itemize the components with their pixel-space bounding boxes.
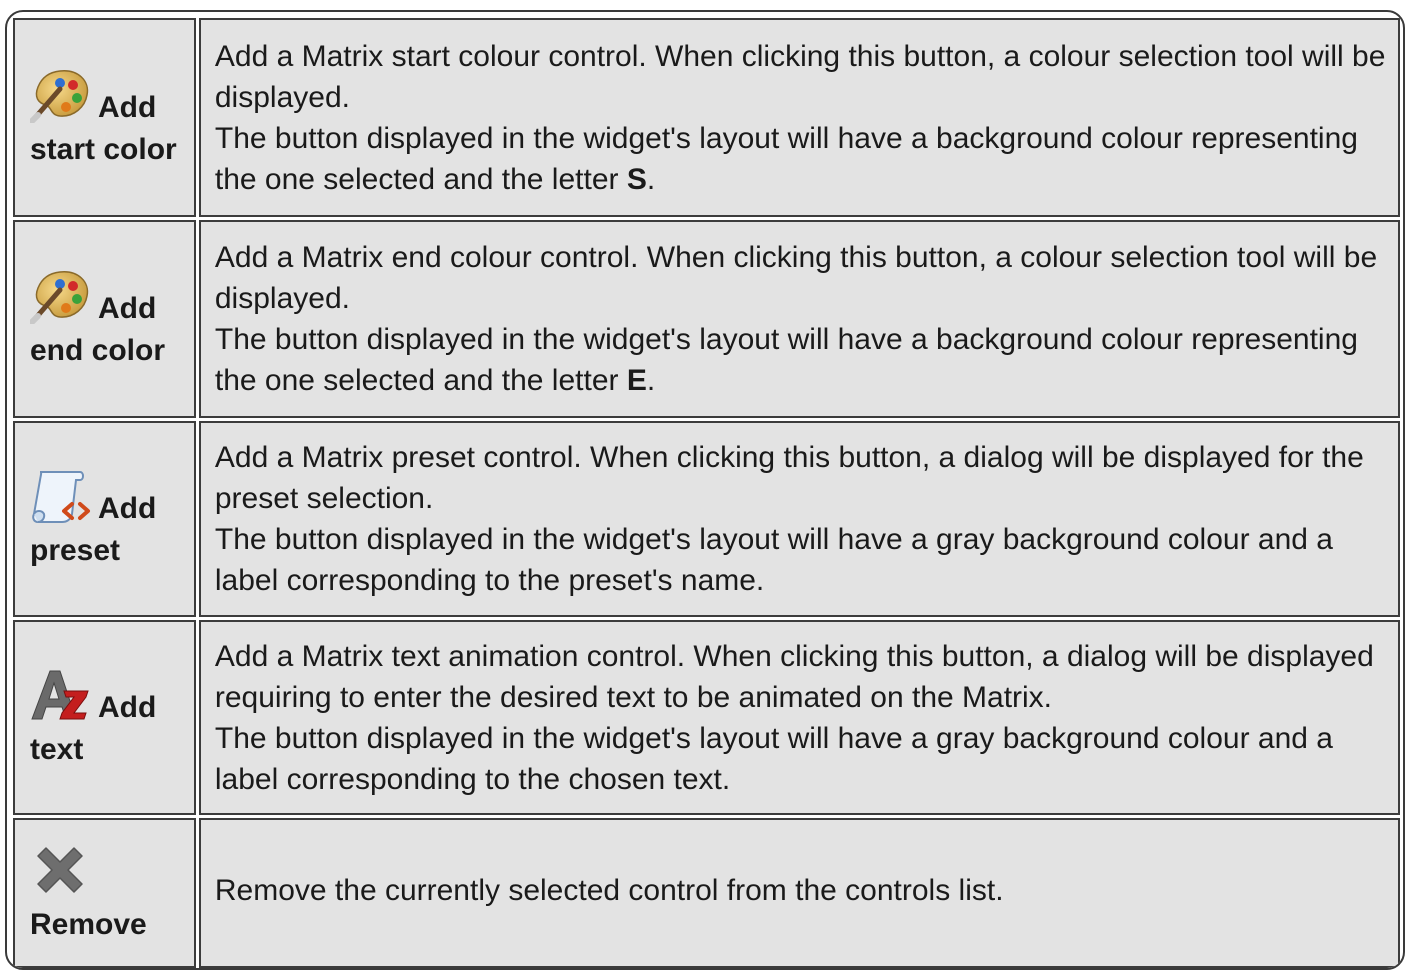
- description-text: Add a Matrix text animation control. Whe…: [214, 639, 1374, 714]
- description-text: The button displayed in the widget's lay…: [215, 118, 1388, 200]
- description-cell: Add a Matrix end colour control. When cl…: [198, 220, 1400, 418]
- button-label-line-1: Add: [98, 292, 157, 325]
- description-text-part: The button displayed in the widget's lay…: [214, 121, 1358, 196]
- button-label-line-1: Add: [98, 690, 157, 724]
- description-text: The button displayed in the widget's lay…: [214, 523, 1333, 597]
- controls-table-frame: Add start color Add a Matrix start colou…: [5, 10, 1405, 970]
- add-end-color-button[interactable]: Add end color: [13, 220, 196, 418]
- scroll-icon: [30, 466, 92, 524]
- button-label-line-1: Add: [98, 90, 157, 124]
- table-row: Add start color Add a Matrix start colou…: [13, 18, 1400, 217]
- description-text-end: .: [646, 162, 656, 196]
- text-font-icon: [30, 665, 92, 723]
- description-cell: Add a Matrix text animation control. Whe…: [198, 620, 1400, 815]
- button-label-line-2: end color: [30, 334, 166, 367]
- description-cell: Add a Matrix start colour control. When …: [198, 18, 1400, 217]
- button-label-line-2: text: [30, 732, 84, 766]
- description-text: The button displayed in the widget's lay…: [214, 721, 1333, 796]
- palette-icon: [30, 266, 92, 324]
- table-row: Add end color Add a Matrix end colour co…: [13, 220, 1400, 418]
- palette-icon: [30, 65, 92, 123]
- add-start-color-button[interactable]: Add start color: [13, 18, 196, 217]
- button-label-line-1: Add: [98, 492, 157, 525]
- bold-letter: S: [626, 162, 647, 196]
- description-text-part: The button displayed in the widget's lay…: [214, 323, 1358, 397]
- add-text-button[interactable]: Add text: [13, 620, 196, 815]
- remove-x-icon: [30, 842, 92, 900]
- add-preset-button[interactable]: Add preset: [13, 421, 196, 617]
- table-row: Add text Add a Matrix text animation con…: [13, 620, 1400, 815]
- description-cell: Add a Matrix preset control. When clicki…: [198, 421, 1400, 617]
- button-label-line-1: Remove: [30, 908, 147, 941]
- description-text: Add a Matrix start colour control. When …: [214, 39, 1386, 114]
- description-text-end: .: [646, 364, 656, 397]
- controls-table: Add start color Add a Matrix start colou…: [10, 15, 1403, 968]
- bold-letter: E: [626, 364, 647, 397]
- description-text: Remove the currently selected control fr…: [214, 874, 1004, 907]
- description-text: Add a Matrix preset control. When clicki…: [214, 441, 1364, 515]
- button-label-line-2: start color: [30, 132, 177, 166]
- description-text: The button displayed in the widget's lay…: [215, 319, 1388, 401]
- button-label-line-2: preset: [30, 534, 121, 567]
- description-text: Add a Matrix end colour control. When cl…: [214, 241, 1378, 315]
- table-row: Add preset Add a Matrix preset control. …: [13, 421, 1400, 617]
